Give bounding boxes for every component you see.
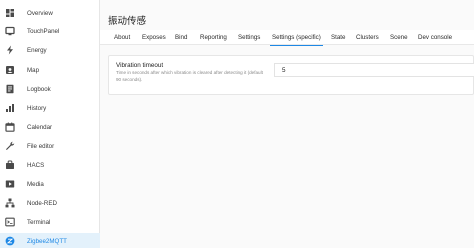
sidebar-item-map[interactable]: Map	[0, 62, 100, 78]
vibration-timeout-input[interactable]: 5	[274, 63, 474, 77]
sidebar-item-label: Overview	[27, 9, 53, 17]
tab-bind[interactable]: Bind	[175, 30, 187, 45]
sidebar-item-label: Node-RED	[27, 199, 57, 207]
sidebar-item-touchpanel[interactable]: TouchPanel	[0, 23, 100, 39]
sidebar-item-zigbee2mqtt[interactable]: Zigbee2MQTT	[0, 233, 100, 248]
tab-settings[interactable]: Settings	[238, 30, 260, 45]
map-icon	[5, 65, 15, 75]
sidebar-item-label: Media	[27, 180, 44, 188]
calendar-icon	[5, 122, 15, 132]
sidebar-item-hacs[interactable]: HACS	[0, 157, 100, 173]
sidebar-item-media[interactable]: Media	[0, 176, 100, 192]
sidebar-item-history[interactable]: History	[0, 100, 100, 116]
sidebar-item-label: Map	[27, 66, 40, 74]
node-red-icon	[5, 198, 15, 208]
zigbee-icon	[5, 236, 15, 246]
sidebar-item-label: Zigbee2MQTT	[27, 237, 67, 245]
sidebar-item-label: History	[27, 104, 47, 112]
sidebar-item-file-editor[interactable]: File editor	[0, 138, 100, 154]
page-title: 振动传感	[108, 16, 147, 27]
touch-panel-icon	[5, 26, 15, 36]
sidebar-item-overview[interactable]: Overview	[0, 5, 100, 21]
tab-bar: About Exposes Bind Reporting Settings Se…	[100, 30, 474, 46]
sidebar-item-label: Terminal	[27, 218, 51, 226]
tab-reporting[interactable]: Reporting	[200, 30, 227, 45]
dashboard-icon	[5, 8, 15, 18]
media-icon	[5, 179, 15, 189]
sidebar-item-label: Calendar	[27, 123, 53, 131]
terminal-icon	[5, 217, 15, 227]
tab-exposes[interactable]: Exposes	[142, 30, 166, 45]
sidebar-item-calendar[interactable]: Calendar	[0, 119, 100, 135]
sidebar-item-energy[interactable]: Energy	[0, 42, 100, 58]
tab-scene[interactable]: Scene	[390, 30, 408, 45]
sidebar-item-label: Logbook	[27, 85, 51, 93]
sidebar: Overview TouchPanel Energy Map Logbook H…	[0, 0, 100, 248]
sidebar-item-label: File editor	[27, 142, 55, 150]
tab-dev-console[interactable]: Dev console	[418, 30, 452, 45]
vibration-timeout-help: Time in seconds after which vibration is…	[116, 70, 263, 82]
history-icon	[5, 103, 15, 113]
sidebar-item-terminal[interactable]: Terminal	[0, 214, 100, 230]
lightning-icon	[5, 45, 15, 55]
sidebar-item-label: TouchPanel	[27, 27, 60, 35]
logbook-icon	[5, 84, 15, 94]
settings-card: Vibration timeout Time in seconds after …	[108, 55, 474, 95]
tab-state[interactable]: State	[331, 30, 345, 45]
sidebar-item-label: HACS	[27, 161, 45, 169]
wrench-icon	[5, 141, 15, 151]
vibration-timeout-label: Vibration timeout	[116, 62, 164, 69]
tab-about[interactable]: About	[114, 30, 130, 45]
sidebar-item-label: Energy	[27, 46, 47, 54]
sidebar-item-node-red[interactable]: Node-RED	[0, 195, 100, 211]
tab-clusters[interactable]: Clusters	[356, 30, 379, 45]
tab-settings-specific[interactable]: Settings (specific)	[270, 30, 323, 46]
hacs-icon	[5, 160, 15, 170]
sidebar-item-logbook[interactable]: Logbook	[0, 81, 100, 97]
